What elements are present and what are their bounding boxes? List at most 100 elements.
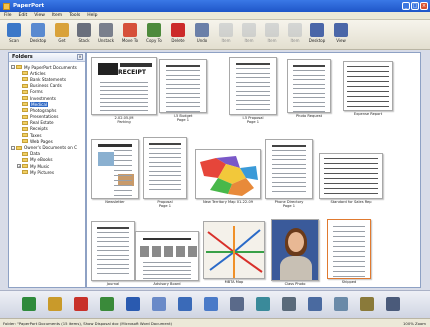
thumbnail-image — [143, 137, 187, 199]
desktop-view-icon — [310, 23, 324, 37]
thumbnail-image — [287, 59, 331, 113]
globe-icon[interactable] — [256, 297, 270, 311]
toolbar-button-desktop[interactable]: Desktop — [306, 23, 328, 48]
menu-file[interactable]: File — [4, 13, 12, 18]
toolbar-button-desktop[interactable]: Desktop — [27, 23, 49, 48]
printer-icon[interactable] — [386, 297, 400, 311]
spreadsheet-icon[interactable] — [100, 297, 114, 311]
maximize-button[interactable]: □ — [411, 2, 419, 10]
folder-label: Investments — [30, 95, 56, 101]
app-icon — [3, 2, 10, 10]
thumbnail-caption: I-5 Proposal Page 1 — [242, 116, 264, 125]
menu-edit[interactable]: Edit — [19, 13, 28, 18]
thumbnail-caption: Newsletter — [105, 200, 125, 204]
toolbar-button-item[interactable]: Item — [261, 23, 283, 48]
menu-tools[interactable]: Tools — [69, 13, 80, 18]
notepad-icon[interactable] — [152, 297, 166, 311]
folder-icon — [22, 108, 28, 113]
settings-icon[interactable] — [360, 297, 374, 311]
menu-view[interactable]: View — [34, 13, 45, 18]
acrobat-icon[interactable] — [74, 297, 88, 311]
toolbar-button-get[interactable]: Get — [51, 23, 73, 48]
close-panel-icon[interactable]: × — [77, 54, 83, 60]
folder-icon — [22, 120, 28, 125]
move-to-icon — [123, 23, 137, 37]
toolbar-button-scan[interactable]: Scan — [3, 23, 25, 48]
item-icon — [288, 23, 302, 37]
folder-label: Forms — [30, 89, 43, 95]
toolbar-button-label: Item — [244, 38, 254, 43]
fax-icon[interactable] — [308, 297, 322, 311]
folder-icon — [22, 89, 28, 94]
document-thumbnail[interactable]: Proposal Page 1 — [143, 137, 187, 209]
toolbar-button-view[interactable]: View — [330, 23, 352, 48]
folder-icon — [22, 83, 28, 88]
word-icon[interactable] — [126, 297, 140, 311]
pen-icon[interactable] — [48, 297, 62, 311]
document-thumbnail[interactable]: Shipped — [327, 219, 371, 289]
toolbar-button-item[interactable]: Item — [284, 23, 306, 48]
undo-icon — [195, 23, 209, 37]
toolbar-button-copy-to[interactable]: Copy To — [143, 23, 165, 48]
document-thumbnail[interactable]: Photo Request — [287, 59, 331, 123]
unstack-icon — [99, 23, 113, 37]
toolbar-button-item[interactable]: Item — [215, 23, 237, 48]
document-thumbnail[interactable]: RECEIPT 2.02.05.JM Parking — [91, 57, 157, 125]
document-thumbnail[interactable]: I-5 Budget Page 1 — [159, 59, 207, 123]
folder-label: Real Estate — [30, 120, 54, 126]
document-thumbnail[interactable]: Phone Directory Page 1 — [265, 139, 313, 209]
delete-icon — [171, 23, 185, 37]
toolbar-button-stack[interactable]: Stack — [73, 23, 95, 48]
toolbar-button-delete[interactable]: Delete — [167, 23, 189, 48]
folder-label: My Music — [30, 163, 50, 169]
document-thumbnail[interactable]: Advisory Board — [135, 231, 199, 291]
document-thumbnail[interactable]: New Territory Map 01-22-09 — [195, 149, 261, 209]
toolbar-button-unstack[interactable]: Unstack — [95, 23, 117, 48]
document-thumbnail[interactable]: MBTA Map — [203, 221, 265, 289]
document-thumbnail[interactable]: I-5 Proposal Page 1 — [229, 57, 277, 125]
menu-item[interactable]: Item — [52, 13, 62, 18]
zoom-readout: 100% Zoom — [402, 320, 426, 326]
thumbnail-image — [195, 149, 261, 199]
thumbnail-image: RECEIPT — [91, 57, 157, 115]
toolbar-button-label: Copy To — [146, 38, 162, 43]
menu-help[interactable]: Help — [87, 13, 97, 18]
thumbnail-image — [159, 59, 207, 113]
folder-tree-item[interactable]: My Pictures — [11, 169, 85, 175]
folder-icon — [22, 114, 28, 119]
thumbnail-caption: Class Photo — [284, 282, 306, 286]
collapse-icon[interactable]: - — [11, 65, 15, 70]
collapse-icon[interactable]: - — [11, 145, 15, 150]
document-thumbnail[interactable]: Newsletter — [91, 139, 139, 209]
toolbar-button-move-to[interactable]: Move To — [119, 23, 141, 48]
document-thumbnail[interactable]: Standard for Sales Rep — [319, 153, 383, 209]
folder-icon — [22, 139, 28, 144]
mbta-map — [204, 222, 264, 278]
thumbnail-image — [343, 61, 393, 111]
folder-icon — [16, 65, 22, 70]
photo-icon[interactable] — [178, 297, 192, 311]
excel-icon[interactable] — [22, 297, 36, 311]
toolbar-button-label: Scan — [9, 38, 19, 43]
document-thumbnail[interactable]: Journal — [91, 221, 135, 291]
folder-icon — [22, 133, 28, 138]
disk-icon[interactable] — [230, 297, 244, 311]
thumbnail-image — [229, 57, 277, 115]
expand-icon[interactable]: + — [17, 164, 21, 169]
toolbar-button-label: Unstack — [97, 38, 115, 43]
document-thumbnail[interactable]: Expense Report — [343, 61, 393, 121]
toolbar-button-undo[interactable]: Undo — [191, 23, 213, 48]
toolbar: Scan Desktop Get Stack Unstack Move To Copy To… — [0, 20, 430, 50]
document-thumbnail[interactable]: Class Photo — [271, 219, 319, 291]
paint-icon[interactable] — [204, 297, 218, 311]
trash-icon[interactable] — [334, 297, 348, 311]
folder-icon — [22, 151, 28, 156]
toolbar-button-item[interactable]: Item — [238, 23, 260, 48]
print-icon[interactable] — [282, 297, 296, 311]
thumbnail-caption: Advisory Board — [153, 282, 181, 286]
folder-label: Owner's Documents on C — [24, 145, 78, 151]
minimize-button[interactable]: _ — [402, 2, 410, 10]
window-controls: _ □ × — [402, 2, 428, 10]
close-button[interactable]: × — [420, 2, 428, 10]
folder-label: Presentations — [30, 114, 59, 120]
